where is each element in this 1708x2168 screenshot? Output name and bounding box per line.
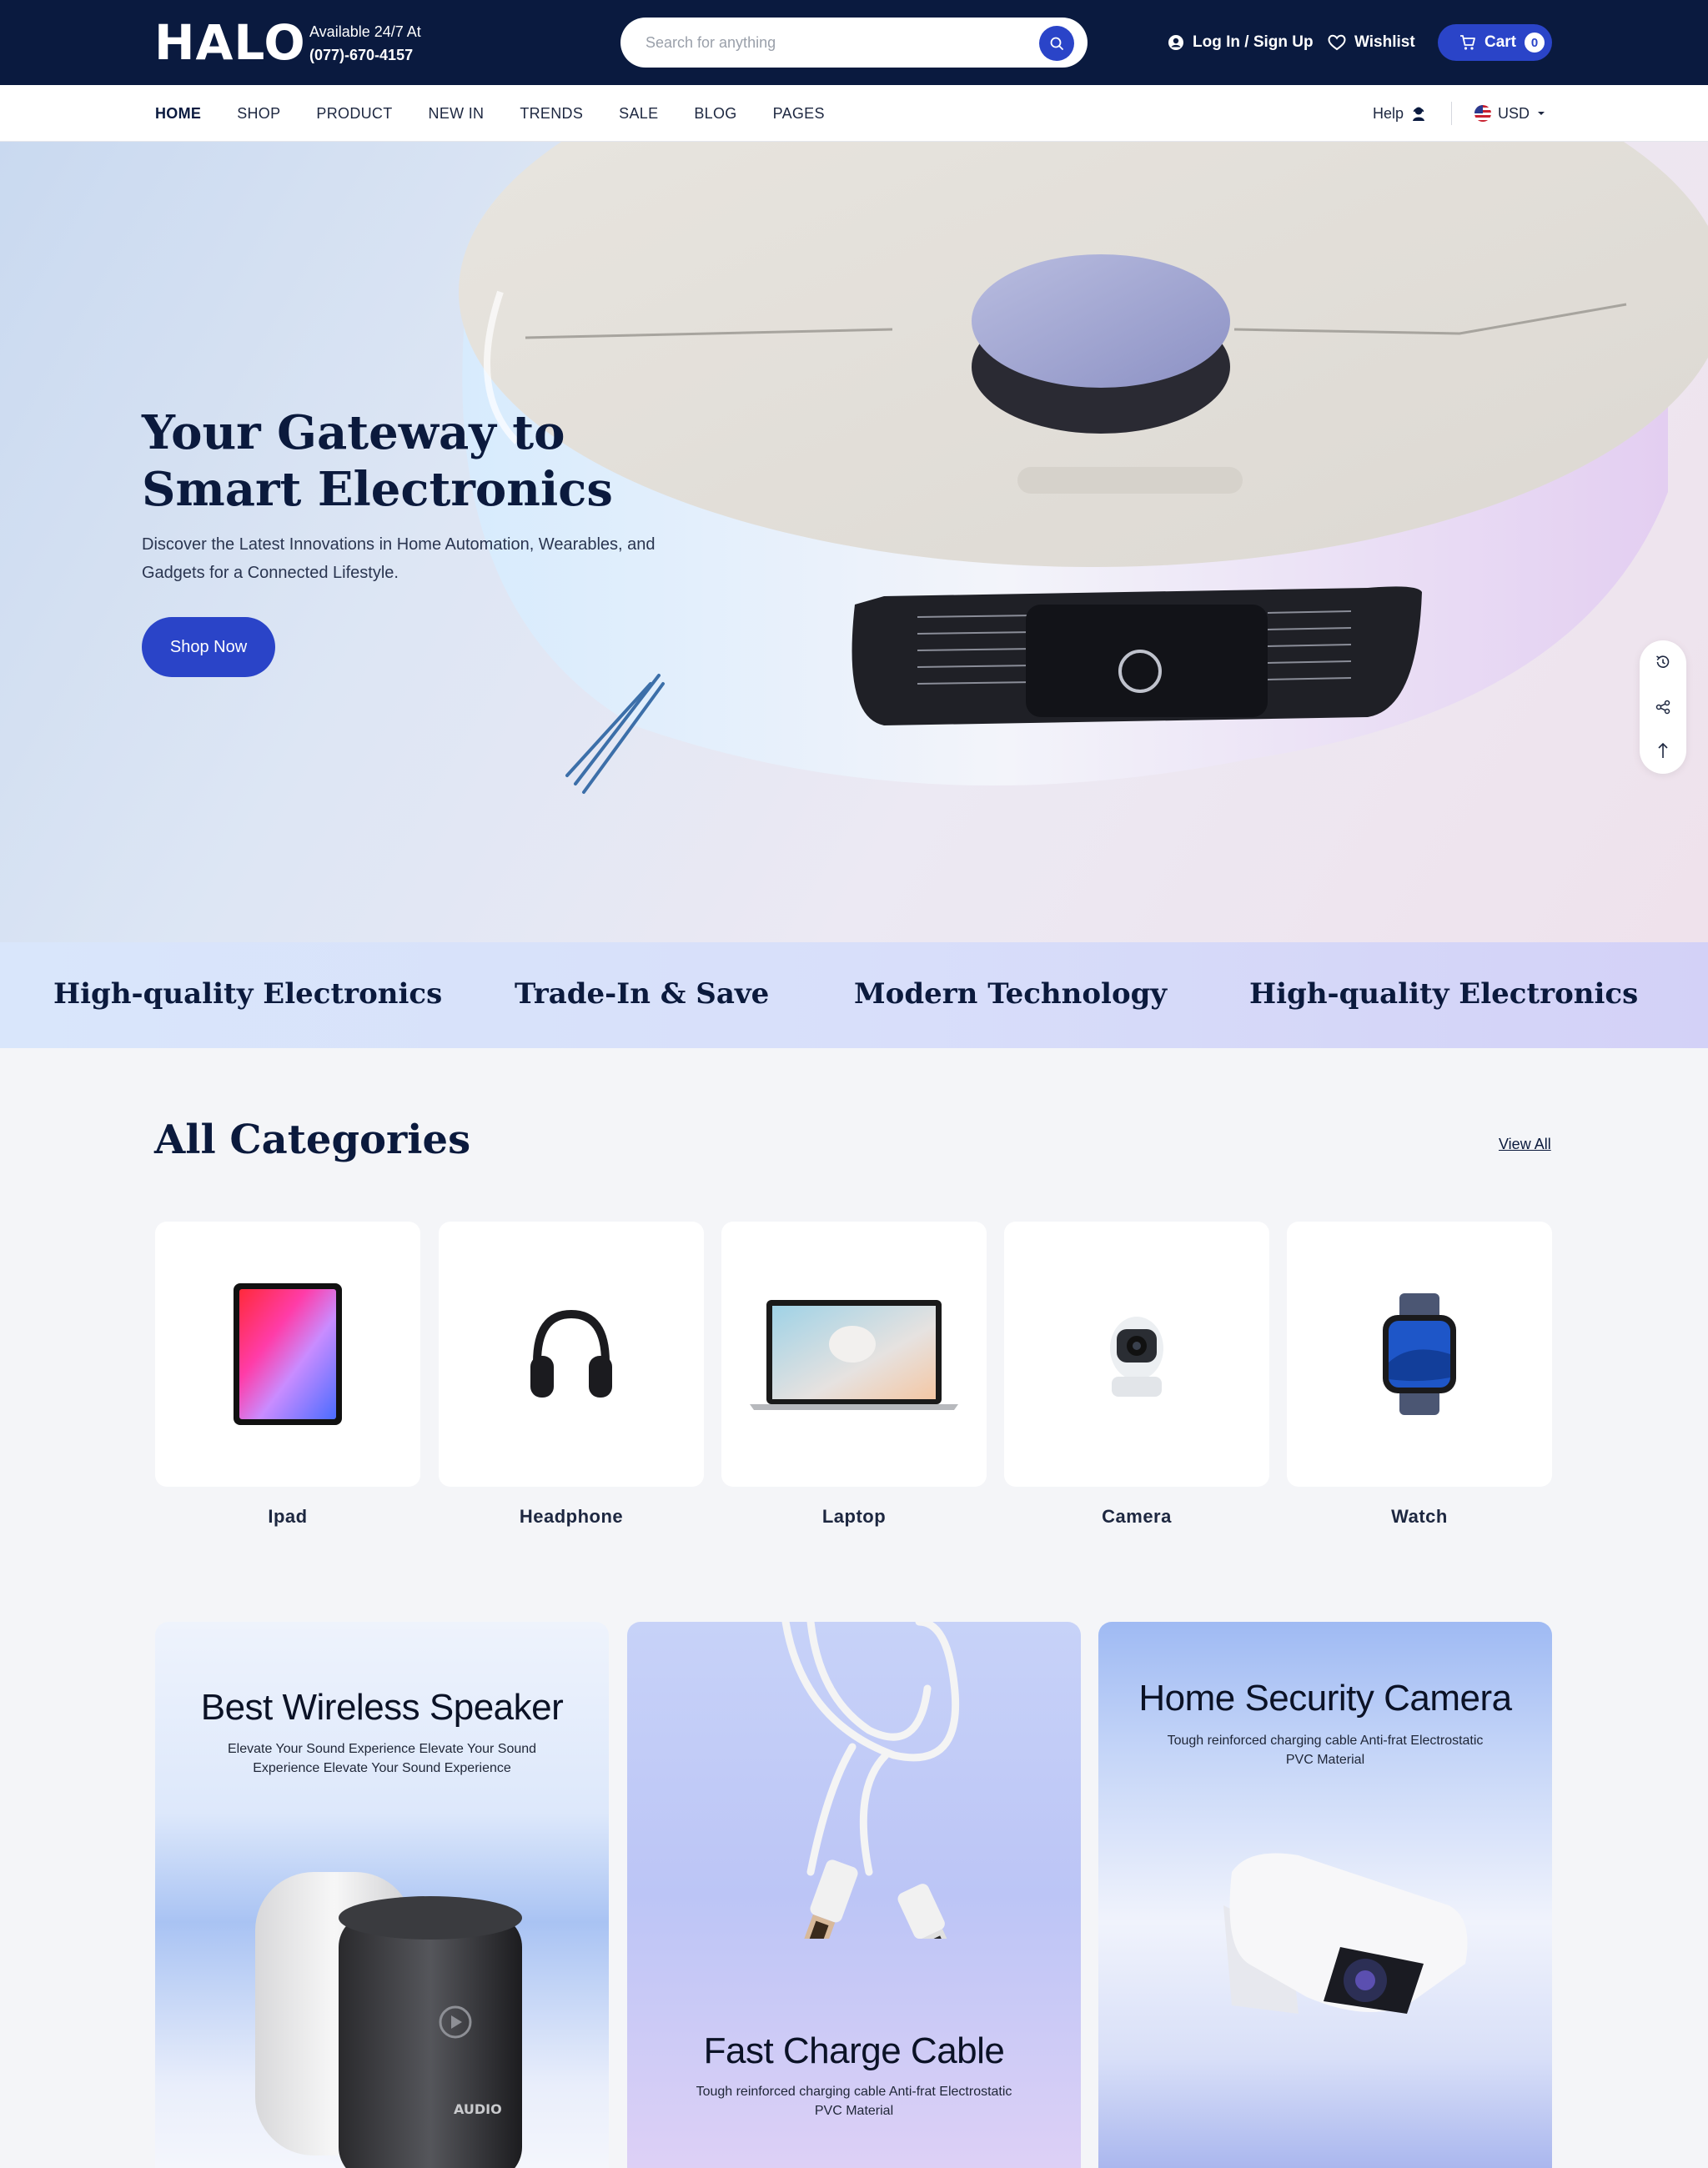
category-label[interactable]: Laptop: [721, 1506, 987, 1528]
category-card-watch[interactable]: [1287, 1222, 1552, 1487]
user-icon: [1168, 35, 1183, 50]
security-camera-image: [1223, 1853, 1468, 2014]
marquee-item: Trade-In & Save: [515, 977, 770, 1011]
promo-subtitle: Tough reinforced charging cable Anti-fra…: [696, 2085, 1012, 2118]
search-button[interactable]: [1039, 26, 1074, 61]
wishlist-label: Wishlist: [1354, 33, 1415, 51]
currency-label: USD: [1498, 104, 1530, 122]
nav-item-blog[interactable]: BLOG: [694, 105, 736, 123]
promo-title: Home Security Camera: [1138, 1678, 1512, 1719]
help-label: Help: [1373, 104, 1404, 122]
nav-item-home[interactable]: HOME: [155, 105, 201, 123]
category-card-laptop[interactable]: [721, 1222, 987, 1487]
cart-button[interactable]: Cart 0: [1438, 24, 1552, 61]
hero-title: Your Gateway to Smart Electronics: [142, 405, 613, 517]
promo-title: Fast Charge Cable: [703, 2030, 1005, 2071]
category-card-ipad[interactable]: [155, 1222, 420, 1487]
support-info: Available 24/7 At (077)-670-4157: [309, 20, 421, 67]
laptop-icon: [750, 1300, 958, 1410]
promo-title: Best Wireless Speaker: [200, 1687, 564, 1728]
currency-selector[interactable]: USD: [1474, 85, 1546, 142]
nav-menu: HOME SHOP PRODUCT NEW IN TRENDS SALE BLO…: [155, 85, 861, 142]
top-header: HALO Available 24/7 At (077)-670-4157 Lo…: [0, 0, 1708, 85]
category-card-headphone[interactable]: [439, 1222, 704, 1487]
category-label[interactable]: Watch: [1287, 1506, 1552, 1528]
main-nav: HOME SHOP PRODUCT NEW IN TRENDS SALE BLO…: [0, 85, 1708, 142]
search-icon: [1050, 37, 1063, 50]
nav-item-shop[interactable]: SHOP: [237, 105, 280, 123]
nav-item-pages[interactable]: PAGES: [773, 105, 825, 123]
us-flag-icon: [1474, 105, 1491, 122]
promo-card-security-camera[interactable]: Home Security Camera Tough reinforced ch…: [1098, 1622, 1552, 2168]
nav-divider: [1451, 102, 1452, 125]
cart-count-badge: 0: [1525, 33, 1545, 53]
category-label[interactable]: Ipad: [155, 1506, 420, 1528]
shop-now-button[interactable]: Shop Now: [142, 617, 275, 677]
section-title: All Categories: [154, 1117, 471, 1163]
help-link[interactable]: Help: [1373, 85, 1427, 142]
search-bar: [620, 18, 1088, 68]
marquee-item: Modern Technology: [854, 977, 1168, 1011]
category-label[interactable]: Camera: [1004, 1506, 1269, 1528]
marquee-item: High-quality Electronics: [1249, 977, 1639, 1011]
nav-item-new-in[interactable]: NEW IN: [429, 105, 485, 123]
view-all-link[interactable]: View All: [1499, 1136, 1551, 1153]
category-card-camera[interactable]: [1004, 1222, 1269, 1487]
login-label: Log In / Sign Up: [1193, 33, 1314, 51]
caret-down-icon: [1538, 112, 1545, 115]
search-input[interactable]: [646, 18, 1012, 68]
heart-icon: [1328, 34, 1346, 51]
cable-image: [781, 1622, 960, 1939]
speaker-image: AUDIO: [255, 1872, 522, 2168]
nav-item-trends[interactable]: TRENDS: [520, 105, 583, 123]
headphone-icon: [530, 1309, 612, 1398]
promo-card-cable[interactable]: Fast Charge Cable Tough reinforced charg…: [627, 1622, 1081, 2168]
nav-item-product[interactable]: PRODUCT: [316, 105, 392, 123]
promo-subtitle: Elevate Your Sound Experience Elevate Yo…: [227, 1742, 537, 1775]
marquee-item: High-quality Electronics: [53, 977, 443, 1011]
availability-text: Available 24/7 At: [309, 23, 421, 40]
phone-number[interactable]: (077)-670-4157: [309, 43, 421, 67]
share-icon[interactable]: [1653, 697, 1673, 717]
logo[interactable]: HALO: [154, 15, 306, 70]
cart-icon: [1460, 35, 1475, 50]
hero-subtitle: Discover the Latest Innovations in Home …: [142, 535, 656, 582]
speaker-brand-mark: AUDIO: [454, 2101, 502, 2117]
wishlist-link[interactable]: Wishlist: [1328, 28, 1415, 57]
tablet-icon: [234, 1283, 342, 1425]
login-link[interactable]: Log In / Sign Up: [1168, 28, 1314, 57]
cart-label: Cart: [1484, 33, 1517, 51]
feature-marquee: High-quality Electronics Trade-In & Save…: [0, 942, 1708, 1048]
camera-icon: [1110, 1317, 1163, 1397]
category-label[interactable]: Headphone: [439, 1506, 704, 1528]
watch-icon: [1383, 1293, 1456, 1415]
back-to-top-icon[interactable]: [1653, 740, 1673, 760]
support-agent-icon: [1413, 107, 1425, 121]
history-icon[interactable]: [1653, 652, 1673, 672]
promo-subtitle: Tough reinforced charging cable Anti-fra…: [1167, 1734, 1484, 1767]
floating-toolbar: [1640, 640, 1686, 774]
nav-item-sale[interactable]: SALE: [619, 105, 658, 123]
promo-card-speaker[interactable]: Best Wireless Speaker Elevate Your Sound…: [155, 1622, 609, 2168]
hero-banner: Your Gateway to Smart Electronics Discov…: [0, 142, 1708, 942]
